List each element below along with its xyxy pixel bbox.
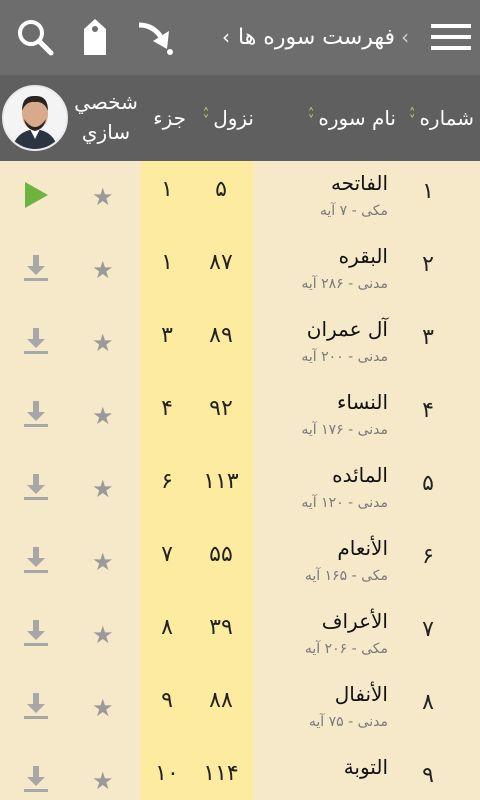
column-header: شخصي سازي جزء نزول ˄ ˅ نام سوره ˄ ˅ شماره … [0,75,480,161]
personalize-line1: شخصي [74,90,138,114]
surah-number: ۶ [422,544,434,569]
surah-info: مکی - ۱۶۵ آیه [304,568,388,584]
hamburger-menu-icon[interactable] [428,14,474,60]
surah-nozul: ۸۹ [209,323,233,348]
surah-juz: ۱۰ [155,761,179,786]
surah-number: ۴ [422,398,434,423]
surah-number: ۵ [422,471,434,496]
surah-info: مدنی - ۱۷۶ آیه [301,422,388,438]
header-juz[interactable]: جزء [153,103,186,133]
star-icon[interactable]: ★ [92,769,114,793]
list-item[interactable]: ۵ المائده مدنی - ۱۲۰ آیه ۱۱۳ ۶ ★ [0,453,480,526]
surah-info: مدنی - ۲۰۰ آیه [301,349,388,365]
download-icon[interactable] [22,327,50,355]
avatar[interactable] [2,85,68,151]
surah-juz: ۱ [161,250,173,275]
star-icon[interactable]: ★ [92,331,114,355]
surah-nozul: ۵۵ [209,542,233,567]
download-icon[interactable] [22,254,50,282]
surah-juz: ۷ [161,542,173,567]
list-item[interactable]: ۷ الأعراف مکی - ۲۰۶ آیه ۳۹ ۸ ★ [0,599,480,672]
surah-number: ۹ [422,763,434,788]
surah-name: الفاتحه [330,171,388,195]
surah-nozul: ۱۱۴ [203,761,239,786]
download-icon[interactable] [22,765,50,793]
star-icon[interactable]: ★ [92,550,114,574]
surah-list: ۱ الفاتحه مکی - ۷ آیه ۵ ۱ ★ ۲ البقره مدنی - ۲۸۶ … [0,161,480,800]
surah-juz: ۱ [161,177,173,202]
header-number-label: شماره [419,106,474,130]
list-item[interactable]: ۸ الأنفال مدنی - ۷۵ آیه ۸۸ ۹ ★ [0,672,480,745]
surah-name: الأعراف [321,609,388,633]
sort-icon: ˄ ˅ [202,107,210,129]
header-nozul[interactable]: نزول ˄ ˅ [203,103,254,133]
star-icon[interactable]: ★ [92,477,114,501]
star-icon[interactable]: ★ [92,258,114,282]
download-icon[interactable] [22,473,50,501]
surah-juz: ۶ [161,469,173,494]
header-name-label: نام سوره [318,106,396,130]
star-icon[interactable]: ★ [92,696,114,720]
surah-number: ۸ [422,690,434,715]
surah-nozul: ۳۹ [209,615,233,640]
surah-name: الأنفال [334,682,388,706]
star-icon[interactable]: ★ [92,404,114,428]
surah-info: مدنی - ۲۸۶ آیه [301,276,388,292]
header-juz-label: جزء [153,106,186,130]
sort-icon: ˄ ˅ [408,107,416,129]
surah-nozul: ۸۸ [209,688,233,713]
tag-icon[interactable] [72,14,118,60]
surah-juz: ۸ [161,615,173,640]
surah-info: مکی - ۲۰۶ آیه [304,641,388,657]
surah-number: ۲ [422,252,434,277]
list-item[interactable]: ۹ التوبة ۱۱۴ ۱۰ ★ [0,745,480,800]
surah-nozul: ۸۷ [209,250,233,275]
star-icon[interactable]: ★ [92,623,114,647]
list-item[interactable]: ۶ الأنعام مکی - ۱۶۵ آیه ۵۵ ۷ ★ [0,526,480,599]
surah-nozul: ۹۲ [209,396,233,421]
header-nozul-label: نزول [213,106,254,130]
personalize-button[interactable]: شخصي سازي [70,87,142,147]
surah-name: المائده [332,463,388,487]
surah-name: النساء [336,390,388,414]
surah-juz: ۳ [161,323,173,348]
search-icon[interactable] [12,14,58,60]
surah-number: ۱ [422,179,434,204]
star-icon[interactable]: ★ [92,185,114,209]
surah-info: مدنی - ۷۵ آیه [308,714,388,730]
list-item[interactable]: ۱ الفاتحه مکی - ۷ آیه ۵ ۱ ★ [0,161,480,234]
surah-juz: ۴ [161,396,173,421]
list-item[interactable]: ۴ النساء مدنی - ۱۷۶ آیه ۹۲ ۴ ★ [0,380,480,453]
surah-number: ۷ [422,617,434,642]
list-item[interactable]: ۳ آل عمران مدنی - ۲۰۰ آیه ۸۹ ۳ ★ [0,307,480,380]
download-icon[interactable] [22,546,50,574]
page-title[interactable]: ‹ فهرست سوره ها ‹ [222,20,422,54]
surah-name: التوبة [343,755,388,779]
download-icon[interactable] [22,400,50,428]
surah-name: آل عمران [306,317,388,341]
header-number[interactable]: شماره ˄ ˅ [409,103,474,133]
surah-info: مدنی - ۱۲۰ آیه [301,495,388,511]
surah-info: مکی - ۷ آیه [319,203,388,219]
surah-juz: ۹ [161,688,173,713]
personalize-line2: سازي [81,120,131,144]
top-toolbar: ‹ فهرست سوره ها ‹ [0,0,480,75]
sort-icon: ˄ ˅ [307,107,315,129]
play-icon[interactable] [22,181,50,209]
surah-number: ۳ [422,325,434,350]
surah-nozul: ۱۱۳ [203,469,239,494]
surah-name: الأنعام [337,536,388,560]
arrow-down-icon[interactable] [132,14,178,60]
chevron-left-icon: ‹ [222,25,230,49]
title-text: فهرست سوره ها [238,24,396,50]
header-name[interactable]: نام سوره ˄ ˅ [308,103,396,133]
download-icon[interactable] [22,619,50,647]
surah-name: البقره [338,244,388,268]
chevron-right-icon: ‹ [401,25,410,49]
download-icon[interactable] [22,692,50,720]
list-item[interactable]: ۲ البقره مدنی - ۲۸۶ آیه ۸۷ ۱ ★ [0,234,480,307]
surah-nozul: ۵ [215,177,227,202]
